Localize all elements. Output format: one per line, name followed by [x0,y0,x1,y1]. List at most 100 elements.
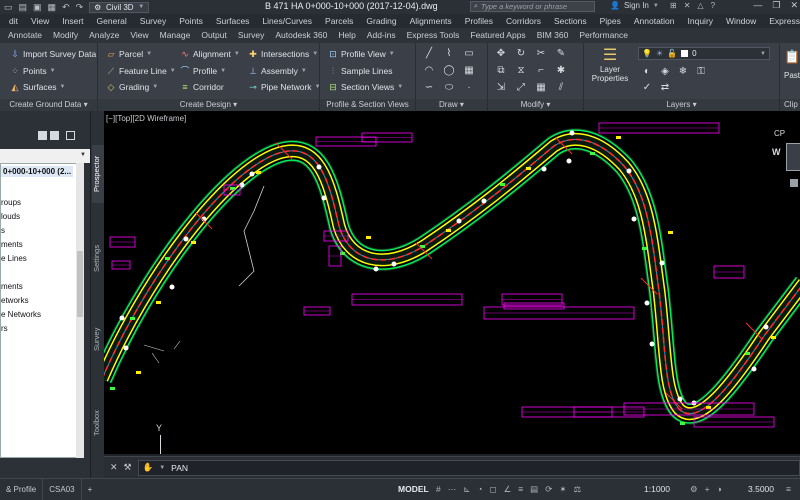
lineweight-icon[interactable]: ≡ [518,484,523,495]
profile-view-button[interactable]: ⊡ Profile View ▼ [328,47,394,61]
polar-icon[interactable]: ◔ [477,484,482,495]
toolspace-dropdown[interactable]: ▼ [0,149,90,163]
tree-item[interactable]: louds [1,212,20,221]
fillet-icon[interactable]: ⌐ [534,64,548,78]
menu-item[interactable]: Surfaces [209,16,256,26]
paste-icon[interactable]: 📋 [784,49,800,65]
wrench-icon[interactable]: ⚒ [124,462,132,473]
viewcube-home-icon[interactable] [790,179,798,187]
print-icon[interactable]: ▦ [48,2,57,13]
viewport-controls-label[interactable]: [−][Top][2D Wireframe] [106,114,186,123]
section-views-button[interactable]: ⊟ Section Views ▼ [328,80,403,94]
menu-item[interactable]: Parcels [318,16,359,26]
help-icon[interactable]: ? [711,1,715,10]
ribbon-tab[interactable]: Autodesk 360 [269,28,332,43]
menu-item[interactable]: General [90,16,133,26]
import-survey-data-button[interactable]: ⇩ Import Survey Data [10,47,96,61]
restore-icon[interactable]: ❐ [772,0,780,11]
tree-item[interactable]: s [1,226,5,235]
toolspace-icon-b[interactable] [50,131,59,140]
panel-title[interactable]: Create Design ▾ [98,99,319,111]
redo-icon[interactable]: ↷ [76,2,84,13]
tree-item[interactable]: rs [1,324,8,333]
layer-lock-icon[interactable]: ⚿ [694,65,708,79]
scale-icon[interactable]: ⤢ [514,81,528,95]
menu-item[interactable]: Alignments [403,16,458,26]
arc-icon[interactable]: ◠ [422,64,436,78]
layer-freeze-icon[interactable]: ❄ [676,65,690,79]
ribbon-tab[interactable]: Express Tools [401,28,465,43]
add-layout-icon[interactable]: + [82,479,99,500]
layout-tab[interactable]: & Profile [0,478,44,500]
ellipse-icon[interactable]: ⬭ [442,81,456,95]
ribbon-tab[interactable]: Performance [573,28,633,43]
annotation-scale-icon[interactable]: ⚖ [573,484,581,495]
workspace-select[interactable]: ⚙ Civil 3D ▼ [89,1,150,13]
panel-title[interactable]: Profile & Section Views [320,99,415,111]
osnap-icon[interactable]: ◻ [490,484,497,495]
sample-lines-button[interactable]: ⫶ Sample Lines [328,64,393,78]
menu-item[interactable]: Annotation [627,16,681,26]
tree-item[interactable]: e Networks [1,310,41,319]
tab-prospector[interactable]: Prospector [92,145,104,203]
assembly-button[interactable]: ⊥ Assembly ▼ [248,64,307,78]
make-current-icon[interactable]: ✓ [640,81,654,95]
menu-item[interactable]: Profiles [458,16,499,26]
panel-title[interactable]: Draw ▾ [416,99,487,111]
corridor-button[interactable]: ≡ Corridor [180,80,223,94]
tree-item[interactable]: roups [1,198,21,207]
move-icon[interactable]: ✥ [494,47,508,61]
pipe-network-button[interactable]: ⊸ Pipe Network ▼ [248,80,320,94]
menu-item[interactable]: View [24,16,55,26]
panel-title[interactable]: Modify ▾ [488,99,583,111]
erase-icon[interactable]: ✎ [554,47,568,61]
points-button[interactable]: ⁘ Points ▼ [10,64,55,78]
polyline-icon[interactable]: ⌇ [442,47,456,61]
annotation-visibility-icon[interactable]: ✶ [559,484,566,495]
mirror-icon[interactable]: ⧖ [514,64,528,78]
exchange-icon[interactable]: ✕ [684,1,691,10]
toolspace-icon-c[interactable] [66,131,75,140]
menu-item[interactable]: Points [172,16,209,26]
hatch-icon[interactable]: ▦ [462,64,476,78]
rotate-icon[interactable]: ↻ [514,47,528,61]
feature-line-button[interactable]: ⟋ Feature Line ▼ [106,64,176,78]
menu-item[interactable]: Express [762,16,800,26]
panel-title[interactable]: Clip [780,99,800,111]
layer-off-icon[interactable]: ◐ [640,65,654,79]
layer-select[interactable]: 💡 ☀ 🔓 0 ▼ [638,47,770,60]
plus-icon[interactable]: + [705,484,710,495]
circle-icon[interactable]: ◯ [442,64,456,78]
search-input[interactable]: Type a keyword or phrase [481,2,567,11]
layer-properties-button[interactable]: ☰ Layer Properties [590,47,630,83]
rectangle-icon[interactable]: ▭ [462,47,476,61]
command-input[interactable]: ✋ ▼ PAN [137,459,800,476]
tree-root-drawing[interactable]: 0+000-10+000 (2... [1,166,74,177]
ribbon-tab[interactable]: Help [332,28,360,43]
scrollbar-thumb[interactable] [77,251,83,317]
ribbon-tab[interactable]: Annotate [2,28,47,43]
transparency-icon[interactable]: ▤ [530,484,538,495]
ribbon-tab[interactable]: View [124,28,153,43]
grid-icon[interactable]: # [436,484,441,495]
gear-icon[interactable]: ⚙ [690,484,698,495]
search-box[interactable]: ⌕ Type a keyword or phrase [470,1,595,12]
point-icon[interactable]: · [462,81,476,95]
layout-tab[interactable]: CSA03 [43,478,82,500]
selection-cycle-icon[interactable]: ⟳ [545,484,552,495]
menu-item[interactable]: Insert [55,16,89,26]
ortho-icon[interactable]: ⊾ [463,484,470,495]
isolate-icon[interactable]: ◑ [717,484,722,495]
close-icon[interactable]: ✕ [110,462,118,473]
save-icon[interactable]: ▣ [33,2,42,13]
grading-button[interactable]: ◇ Grading ▼ [106,80,159,94]
model-space-button[interactable]: MODEL [398,484,429,494]
menu-item[interactable]: Lines/Curves [255,16,318,26]
panel-title[interactable]: Layers ▾ [584,99,779,111]
line-icon[interactable]: ╱ [422,47,436,61]
snap-icon[interactable]: ⋯ [448,484,457,495]
surfaces-button[interactable]: ◭ Surfaces ▼ [10,80,66,94]
array-icon[interactable]: ▦ [534,81,548,95]
copy-icon[interactable]: ⧉ [494,64,508,78]
ribbon-tab[interactable]: Featured Apps [464,28,530,43]
